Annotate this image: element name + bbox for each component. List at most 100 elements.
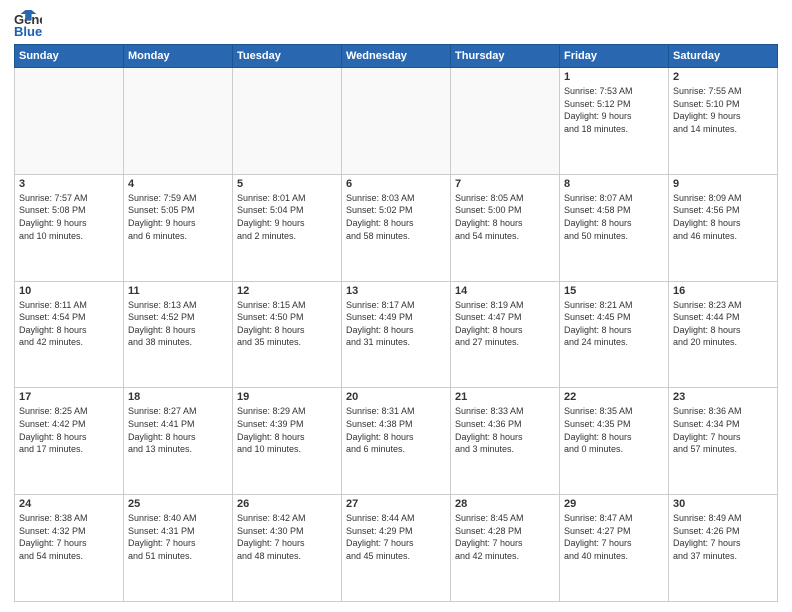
day-number: 25 (128, 498, 228, 510)
calendar-cell (124, 68, 233, 175)
calendar-cell: 15Sunrise: 8:21 AM Sunset: 4:45 PM Dayli… (560, 281, 669, 388)
calendar-cell: 13 Sunrise: 8:17 AM Sunset: 4:49 PM Dayli… (342, 281, 451, 388)
calendar-cell: 29 Sunrise: 8:47 AM Sunset: 4:27 PM Dayli… (560, 495, 669, 602)
day-info: Sunrise: 8:19 AM Sunset: 4:47 PM Dayligh… (455, 299, 555, 349)
day-info: Sunrise: 8:07 AM Sunset: 4:58 PM Dayligh… (564, 192, 664, 242)
day-number: 2 (673, 71, 773, 83)
calendar-cell: 11 Sunrise: 8:13 AM Sunset: 4:52 PM Dayli… (124, 281, 233, 388)
week-row-4: 24 Sunrise: 8:38 AM Sunset: 4:32 PM Dayli… (15, 495, 778, 602)
day-info: Sunrise: 8:45 AM Sunset: 4:28 PM Dayligh… (455, 512, 555, 562)
calendar-cell: 5 Sunrise: 8:01 AM Sunset: 5:04 PM Daylig… (233, 174, 342, 281)
day-info: Sunrise: 8:40 AM Sunset: 4:31 PM Dayligh… (128, 512, 228, 562)
calendar-cell: 20 Sunrise: 8:31 AM Sunset: 4:38 PM Dayli… (342, 388, 451, 495)
day-number: 12 (237, 285, 337, 297)
day-info: Sunrise: 7:59 AM Sunset: 5:05 PM Dayligh… (128, 192, 228, 242)
day-number: 5 (237, 178, 337, 190)
day-info: Sunrise: 8:09 AM Sunset: 4:56 PM Dayligh… (673, 192, 773, 242)
day-number: 7 (455, 178, 555, 190)
day-info: Sunrise: 8:33 AM Sunset: 4:36 PM Dayligh… (455, 405, 555, 455)
day-info: Sunrise: 8:27 AM Sunset: 4:41 PM Dayligh… (128, 405, 228, 455)
calendar-cell (451, 68, 560, 175)
day-number: 8 (564, 178, 664, 190)
day-info: Sunrise: 8:13 AM Sunset: 4:52 PM Dayligh… (128, 299, 228, 349)
weekday-header-friday: Friday (560, 45, 669, 68)
calendar-cell: 10Sunrise: 8:11 AM Sunset: 4:54 PM Dayli… (15, 281, 124, 388)
week-row-0: 1Sunrise: 7:53 AM Sunset: 5:12 PM Daylig… (15, 68, 778, 175)
header: General Blue (14, 10, 778, 38)
logo: General Blue (14, 10, 46, 38)
day-info: Sunrise: 8:29 AM Sunset: 4:39 PM Dayligh… (237, 405, 337, 455)
calendar-cell: 8 Sunrise: 8:07 AM Sunset: 4:58 PM Daylig… (560, 174, 669, 281)
calendar-table: SundayMondayTuesdayWednesdayThursdayFrid… (14, 44, 778, 602)
day-info: Sunrise: 8:35 AM Sunset: 4:35 PM Dayligh… (564, 405, 664, 455)
week-row-2: 10Sunrise: 8:11 AM Sunset: 4:54 PM Dayli… (15, 281, 778, 388)
weekday-header-sunday: Sunday (15, 45, 124, 68)
weekday-header-saturday: Saturday (669, 45, 778, 68)
day-number: 18 (128, 391, 228, 403)
calendar-cell (15, 68, 124, 175)
day-info: Sunrise: 8:44 AM Sunset: 4:29 PM Dayligh… (346, 512, 446, 562)
calendar-cell: 2 Sunrise: 7:55 AM Sunset: 5:10 PM Daylig… (669, 68, 778, 175)
week-row-1: 3Sunrise: 7:57 AM Sunset: 5:08 PM Daylig… (15, 174, 778, 281)
calendar-cell: 26 Sunrise: 8:42 AM Sunset: 4:30 PM Dayli… (233, 495, 342, 602)
day-info: Sunrise: 7:57 AM Sunset: 5:08 PM Dayligh… (19, 192, 119, 242)
calendar-cell: 22 Sunrise: 8:35 AM Sunset: 4:35 PM Dayli… (560, 388, 669, 495)
day-info: Sunrise: 8:42 AM Sunset: 4:30 PM Dayligh… (237, 512, 337, 562)
calendar-cell: 9 Sunrise: 8:09 AM Sunset: 4:56 PM Daylig… (669, 174, 778, 281)
calendar-cell: 19 Sunrise: 8:29 AM Sunset: 4:39 PM Dayli… (233, 388, 342, 495)
day-info: Sunrise: 8:49 AM Sunset: 4:26 PM Dayligh… (673, 512, 773, 562)
day-number: 20 (346, 391, 446, 403)
day-number: 15 (564, 285, 664, 297)
day-number: 27 (346, 498, 446, 510)
calendar-cell: 14 Sunrise: 8:19 AM Sunset: 4:47 PM Dayli… (451, 281, 560, 388)
day-info: Sunrise: 8:11 AM Sunset: 4:54 PM Dayligh… (19, 299, 119, 349)
weekday-header-thursday: Thursday (451, 45, 560, 68)
day-info: Sunrise: 8:31 AM Sunset: 4:38 PM Dayligh… (346, 405, 446, 455)
day-info: Sunrise: 8:15 AM Sunset: 4:50 PM Dayligh… (237, 299, 337, 349)
calendar-cell (233, 68, 342, 175)
day-info: Sunrise: 8:05 AM Sunset: 5:00 PM Dayligh… (455, 192, 555, 242)
calendar-cell: 18 Sunrise: 8:27 AM Sunset: 4:41 PM Dayli… (124, 388, 233, 495)
day-number: 21 (455, 391, 555, 403)
day-number: 16 (673, 285, 773, 297)
day-info: Sunrise: 8:25 AM Sunset: 4:42 PM Dayligh… (19, 405, 119, 455)
day-number: 4 (128, 178, 228, 190)
calendar-cell: 28Sunrise: 8:45 AM Sunset: 4:28 PM Dayli… (451, 495, 560, 602)
day-number: 9 (673, 178, 773, 190)
day-number: 30 (673, 498, 773, 510)
day-number: 19 (237, 391, 337, 403)
day-number: 22 (564, 391, 664, 403)
calendar-cell: 24 Sunrise: 8:38 AM Sunset: 4:32 PM Dayli… (15, 495, 124, 602)
day-number: 26 (237, 498, 337, 510)
day-info: Sunrise: 8:23 AM Sunset: 4:44 PM Dayligh… (673, 299, 773, 349)
calendar-cell: 3Sunrise: 7:57 AM Sunset: 5:08 PM Daylig… (15, 174, 124, 281)
calendar-cell: 27 Sunrise: 8:44 AM Sunset: 4:29 PM Dayli… (342, 495, 451, 602)
day-info: Sunrise: 8:36 AM Sunset: 4:34 PM Dayligh… (673, 405, 773, 455)
day-number: 13 (346, 285, 446, 297)
day-info: Sunrise: 8:47 AM Sunset: 4:27 PM Dayligh… (564, 512, 664, 562)
calendar-cell: 23 Sunrise: 8:36 AM Sunset: 4:34 PM Dayli… (669, 388, 778, 495)
day-number: 14 (455, 285, 555, 297)
day-number: 11 (128, 285, 228, 297)
weekday-header-tuesday: Tuesday (233, 45, 342, 68)
calendar-cell: 17Sunrise: 8:25 AM Sunset: 4:42 PM Dayli… (15, 388, 124, 495)
calendar-cell: 21 Sunrise: 8:33 AM Sunset: 4:36 PM Dayli… (451, 388, 560, 495)
calendar-cell: 7 Sunrise: 8:05 AM Sunset: 5:00 PM Daylig… (451, 174, 560, 281)
calendar-cell: 6Sunrise: 8:03 AM Sunset: 5:02 PM Daylig… (342, 174, 451, 281)
day-number: 24 (19, 498, 119, 510)
day-info: Sunrise: 8:38 AM Sunset: 4:32 PM Dayligh… (19, 512, 119, 562)
svg-text:Blue: Blue (14, 24, 42, 38)
day-info: Sunrise: 8:01 AM Sunset: 5:04 PM Dayligh… (237, 192, 337, 242)
calendar-cell: 25 Sunrise: 8:40 AM Sunset: 4:31 PM Dayli… (124, 495, 233, 602)
day-info: Sunrise: 8:17 AM Sunset: 4:49 PM Dayligh… (346, 299, 446, 349)
day-info: Sunrise: 7:55 AM Sunset: 5:10 PM Dayligh… (673, 85, 773, 135)
weekday-header-monday: Monday (124, 45, 233, 68)
logo-icon: General Blue (14, 10, 42, 38)
calendar-cell: 4 Sunrise: 7:59 AM Sunset: 5:05 PM Daylig… (124, 174, 233, 281)
weekday-header-row: SundayMondayTuesdayWednesdayThursdayFrid… (15, 45, 778, 68)
calendar-cell: 1Sunrise: 7:53 AM Sunset: 5:12 PM Daylig… (560, 68, 669, 175)
day-number: 29 (564, 498, 664, 510)
day-number: 23 (673, 391, 773, 403)
calendar-cell (342, 68, 451, 175)
day-info: Sunrise: 8:03 AM Sunset: 5:02 PM Dayligh… (346, 192, 446, 242)
